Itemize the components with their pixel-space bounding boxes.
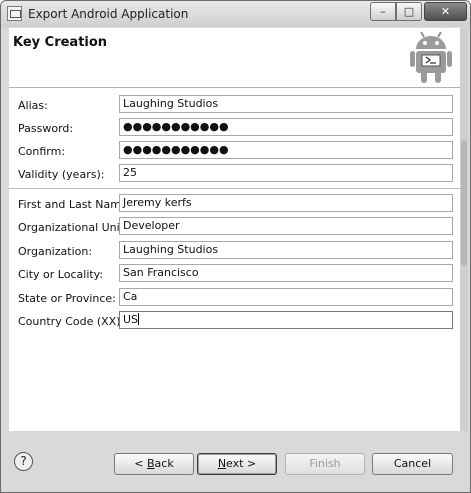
- state-label: State or Province:: [18, 292, 116, 305]
- alias-label: Alias:: [18, 99, 48, 112]
- wizard-header: Key Creation: [9, 28, 460, 88]
- organization-field[interactable]: Laughing Studios: [119, 241, 453, 259]
- back-button[interactable]: < Back: [114, 453, 194, 475]
- country-code-value: US: [123, 313, 139, 326]
- help-button[interactable]: ?: [14, 452, 33, 471]
- back-arrow-text: <: [134, 457, 147, 470]
- state-field[interactable]: Ca: [119, 288, 453, 306]
- city-label: City or Locality:: [18, 268, 104, 281]
- next-mnemonic: N: [217, 457, 227, 470]
- name-label: First and Last Name:: [18, 198, 132, 211]
- validity-label: Validity (years):: [18, 168, 105, 181]
- alias-field[interactable]: Laughing Studios: [119, 95, 453, 113]
- section-separator: [9, 188, 460, 189]
- finish-button[interactable]: Finish: [285, 453, 365, 475]
- form-area: Alias: Laughing Studios Password: ●●●●●●…: [9, 88, 460, 431]
- back-mnemonic: B: [147, 457, 155, 470]
- page-title: Key Creation: [13, 35, 108, 50]
- title-bar[interactable]: Export Android Application – □ ✕: [1, 1, 470, 27]
- password-field[interactable]: ●●●●●●●●●●●: [119, 118, 453, 136]
- scrollbar-thumb[interactable]: [461, 140, 467, 266]
- name-field[interactable]: Jeremy kerfs: [119, 194, 453, 212]
- confirm-label: Confirm:: [18, 145, 66, 158]
- next-button[interactable]: Next >: [197, 453, 277, 475]
- password-label: Password:: [18, 122, 74, 135]
- window-app-icon: [7, 6, 22, 21]
- vertical-scrollbar[interactable]: [460, 28, 468, 433]
- org-unit-label: Organizational Unit:: [18, 221, 128, 234]
- country-code-label: Country Code (XX):: [18, 315, 125, 328]
- window-title: Export Android Application: [28, 7, 189, 21]
- org-unit-field[interactable]: Developer: [119, 217, 453, 235]
- cancel-button[interactable]: Cancel: [372, 453, 453, 475]
- close-button[interactable]: ✕: [424, 2, 467, 21]
- button-bar: ? < Back Next > Finish Cancel: [1, 431, 470, 492]
- validity-field[interactable]: 25: [119, 164, 453, 182]
- confirm-password-field[interactable]: ●●●●●●●●●●●: [119, 141, 453, 159]
- city-field[interactable]: San Francisco: [119, 264, 453, 282]
- organization-label: Organization:: [18, 245, 93, 258]
- export-dialog: Export Android Application – □ ✕ Key Cre…: [0, 0, 471, 493]
- android-robot-icon: [410, 31, 452, 83]
- text-caret: [138, 313, 140, 325]
- minimize-button[interactable]: –: [370, 2, 396, 21]
- back-label-rest: ack: [154, 457, 174, 470]
- maximize-button[interactable]: □: [396, 2, 422, 21]
- country-code-field[interactable]: US: [119, 311, 453, 329]
- next-label-rest: ext >: [226, 457, 257, 470]
